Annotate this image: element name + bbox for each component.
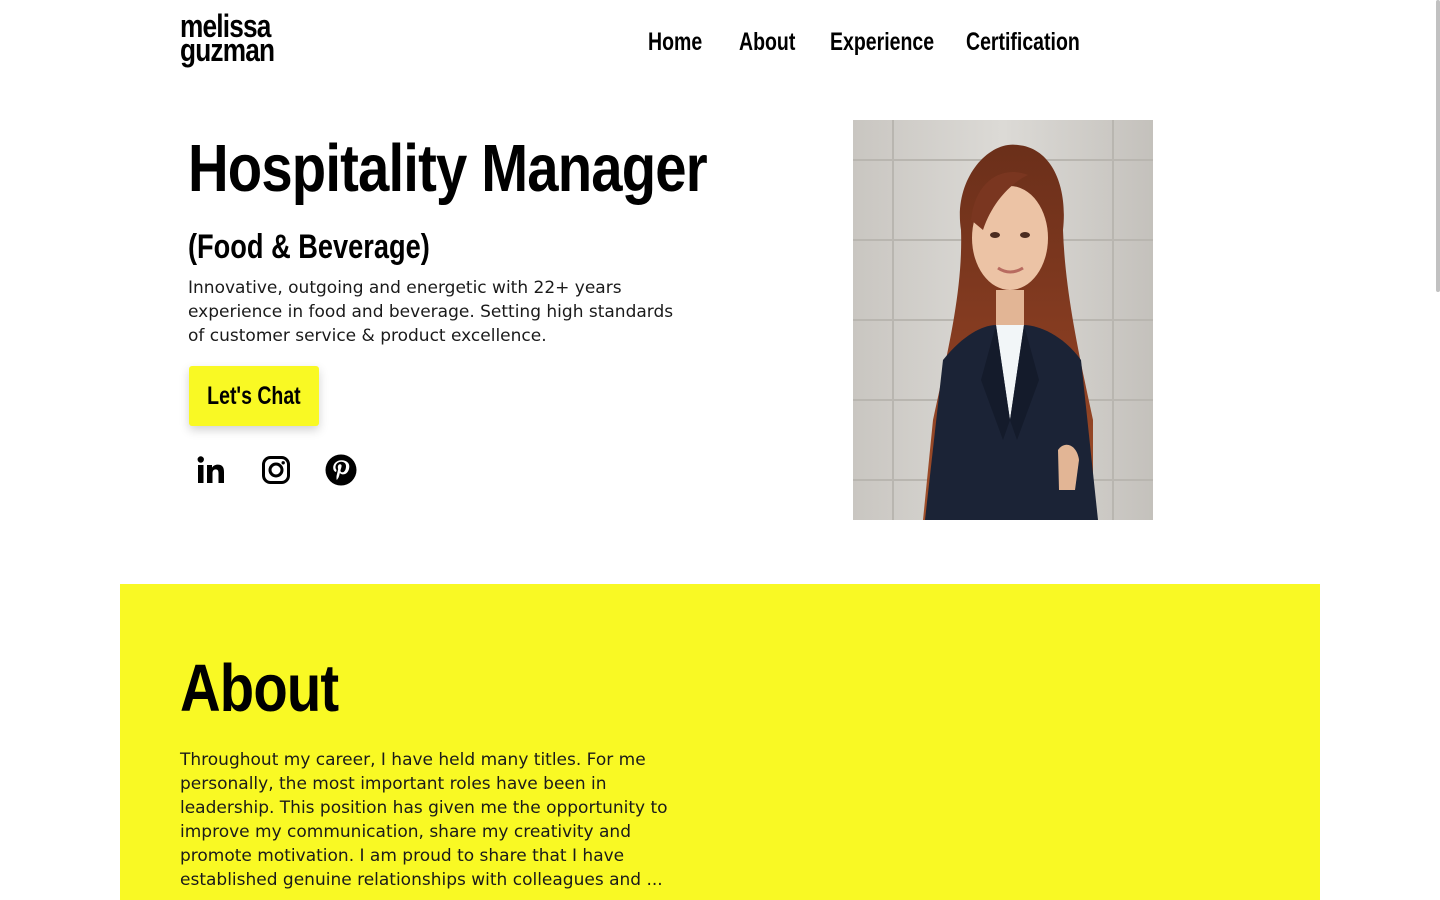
- linkedin-link[interactable]: [191, 450, 231, 490]
- hero-description: Innovative, outgoing and energetic with …: [188, 278, 674, 346]
- hero-subtitle: (Food & Beverage): [188, 228, 430, 266]
- nav-link-about[interactable]: About: [739, 28, 810, 57]
- about-title: About: [180, 651, 339, 726]
- instagram-link[interactable]: [256, 450, 296, 490]
- main-nav: Home About Experience Certification: [648, 26, 1106, 58]
- nav-link-certification[interactable]: Certification: [966, 28, 1080, 57]
- about-section: About Throughout my career, I have held …: [120, 584, 1320, 900]
- nav-link-experience[interactable]: Experience: [830, 28, 936, 57]
- logo-line-last-name: guzman: [180, 32, 275, 68]
- instagram-icon: [262, 456, 290, 484]
- lets-chat-button[interactable]: Let's Chat: [189, 366, 319, 426]
- lets-chat-label: Let's Chat: [207, 381, 301, 410]
- nav-link-home[interactable]: Home: [648, 28, 719, 57]
- profile-photo: [853, 120, 1153, 520]
- page-scrollbar[interactable]: [1436, 0, 1440, 292]
- about-text: Throughout my career, I have held many t…: [180, 750, 668, 890]
- pinterest-link[interactable]: [321, 450, 361, 490]
- site-logo[interactable]: melissa guzman: [180, 10, 275, 68]
- pinterest-icon: [325, 454, 357, 486]
- linkedin-icon: [197, 456, 224, 483]
- hero-title: Hospitality Manager: [188, 131, 708, 206]
- profile-photo-illustration: [853, 120, 1153, 520]
